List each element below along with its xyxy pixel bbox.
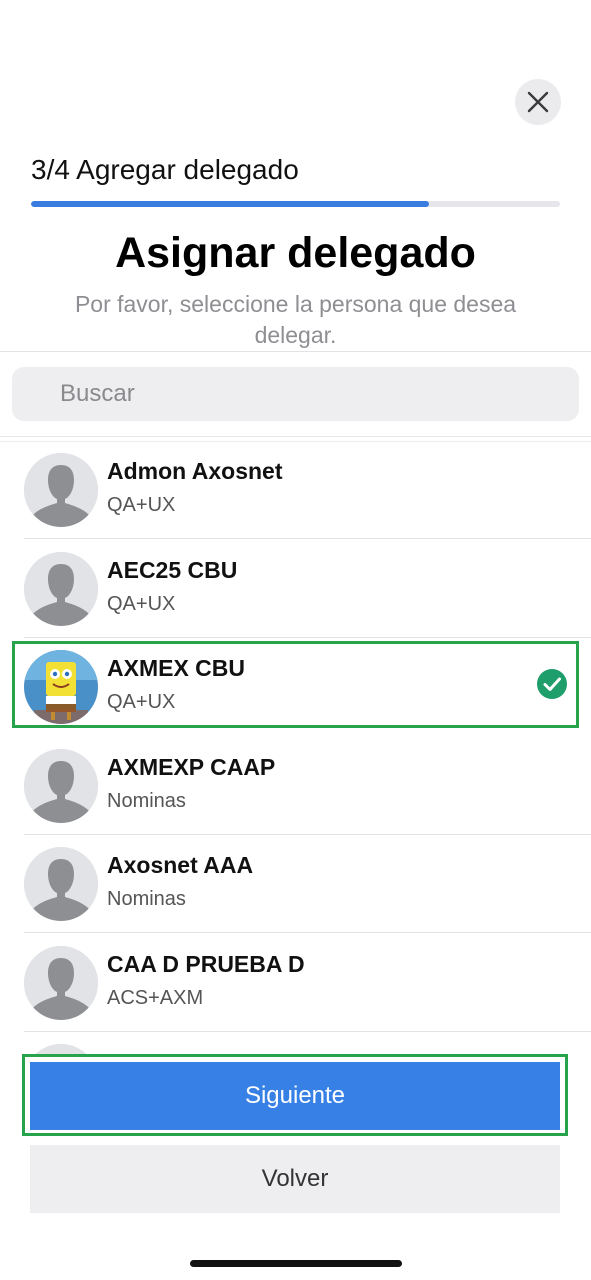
person-silhouette-icon	[24, 551, 98, 626]
person-name: AXMEXP CAAP	[107, 753, 276, 780]
person-name: AEC25 CBU	[107, 556, 238, 583]
list-item[interactable]: Demo AAC	[0, 1032, 591, 1054]
person-silhouette-icon	[24, 847, 98, 921]
person-group: Nominas	[107, 888, 186, 910]
person-silhouette-icon	[24, 453, 98, 527]
next-button[interactable]: Siguiente	[30, 1062, 560, 1130]
close-button[interactable]	[515, 79, 561, 125]
page-title: Asignar delegado	[115, 229, 476, 277]
progress-fill	[31, 201, 430, 207]
person-name: CAA D PRUEBA D	[107, 950, 305, 977]
person-group: QA+UX	[107, 494, 176, 516]
people-list[interactable]: Admon Axosnet QA+UX AEC25 CBU QA+UX AXMEX CB…	[0, 441, 591, 1054]
person-name: Admon Axosnet	[107, 458, 283, 484]
person-name: Axosnet AAA	[107, 852, 254, 878]
person-silhouette-icon	[24, 1044, 98, 1054]
page-subtitle: Por favor, seleccione la persona que des…	[74, 291, 517, 348]
person-silhouette-icon	[24, 748, 98, 823]
back-button[interactable]: Volver	[30, 1145, 560, 1213]
person-silhouette-icon	[24, 945, 98, 1020]
person-group: Nominas	[107, 789, 186, 812]
divider	[0, 351, 591, 352]
list-item[interactable]: AEC25 CBU QA+UX	[0, 540, 591, 638]
search-input[interactable]	[12, 367, 579, 421]
person-group: ACS+AXM	[107, 986, 204, 1009]
check-circle-icon	[537, 669, 567, 699]
person-group: QA+UX	[107, 592, 176, 615]
list-item[interactable]: AXMEX CBU QA+UX	[0, 638, 591, 736]
home-indicator	[190, 1260, 402, 1267]
progress-bar	[31, 201, 560, 207]
divider	[0, 436, 591, 437]
selected-highlight	[12, 641, 579, 728]
step-label: 3/4 Agregar delegado	[31, 154, 299, 185]
list-item[interactable]: AXMEXP CAAP Nominas	[0, 737, 591, 835]
search-bar[interactable]	[12, 367, 579, 421]
list-item[interactable]: CAA D PRUEBA D ACS+AXM	[0, 934, 591, 1032]
list-item[interactable]: Admon Axosnet QA+UX	[0, 441, 591, 539]
close-icon	[527, 91, 549, 113]
list-item[interactable]: Axosnet AAA Nominas	[0, 835, 591, 933]
